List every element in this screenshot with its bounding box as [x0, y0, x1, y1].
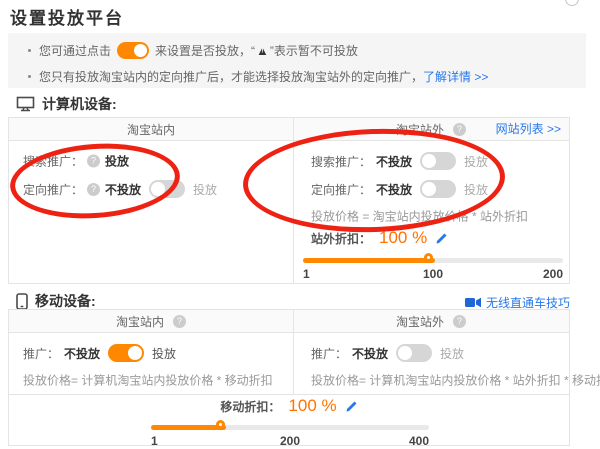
mobile-offsite-header: 淘宝站外 ? — [293, 310, 569, 333]
slider-fill — [151, 425, 226, 430]
target-promo-label: 定向推广： — [23, 181, 83, 198]
bullet-dot — [28, 75, 31, 78]
slider-fill — [303, 258, 435, 263]
toggle-on-label: 投放 — [193, 181, 217, 198]
warning-icon: ▲! — [256, 44, 269, 57]
mobile-discount-line: 移动折扣： 100 % — [9, 396, 569, 416]
promo-status: 不投放 — [64, 345, 100, 362]
search-promo-label: 搜索推广： — [23, 153, 83, 170]
notice-text: 您只有投放淘宝站内的定向推广后，才能选择投放淘宝站外的定向推广， — [39, 68, 423, 85]
target-promo-status: 不投放 — [105, 181, 141, 198]
toggle-knob — [422, 154, 436, 168]
help-icon[interactable]: ? — [453, 123, 466, 136]
slider-tick-mid: 100 — [423, 267, 443, 281]
computer-offsite-search-toggle[interactable] — [420, 152, 456, 170]
slider-tick-max: 200 — [543, 267, 563, 281]
example-toggle[interactable] — [117, 42, 149, 59]
mobile-discount-value: 100 % — [288, 396, 336, 416]
toggle-on-label: 投放 — [440, 345, 464, 362]
help-icon[interactable]: ? — [173, 315, 186, 328]
column-divider — [293, 118, 294, 283]
notice-text: ”表示暂不可投放 — [270, 42, 358, 59]
computer-icon — [16, 96, 35, 112]
computer-onsite-target-row: 定向推广： ? 不投放 投放 — [23, 180, 217, 198]
mobile-offsite-price-formula: 投放价格= 计算机淘宝站内投放价格 * 站外折扣 * 移动折扣 — [311, 372, 600, 389]
learn-more-link[interactable]: 了解详情 >> — [423, 68, 488, 85]
target-promo-status: 不投放 — [376, 181, 412, 198]
computer-onsite-header: 淘宝站内 — [9, 118, 293, 141]
row-divider — [9, 394, 569, 395]
video-icon — [465, 297, 481, 308]
offsite-discount-line: 站外折扣： 100 % — [311, 228, 448, 248]
mobile-offsite-promo-toggle[interactable] — [396, 344, 432, 362]
computer-onsite-search-row: 搜索推广： ? 投放 — [23, 153, 129, 170]
toggle-on-label: 投放 — [152, 345, 176, 362]
computer-offsite-target-toggle[interactable] — [420, 180, 456, 198]
promo-label: 推广： — [311, 345, 347, 362]
computer-offsite-search-row: 搜索推广： 不投放 投放 — [311, 152, 488, 170]
corner-partial-icon — [565, 0, 579, 6]
offsite-discount-label: 站外折扣： — [311, 230, 371, 247]
toggle-knob — [422, 182, 436, 196]
slider-handle[interactable] — [424, 253, 433, 262]
target-promo-label: 定向推广： — [311, 181, 371, 198]
mobile-section-title: 移动设备: — [35, 291, 96, 311]
computer-section-header: 计算机设备: — [16, 94, 117, 114]
mobile-onsite-promo-row: 推广： 不投放 投放 — [23, 344, 176, 362]
toggle-knob — [128, 346, 142, 360]
settings-page: 设置投放平台 您可通过点击 来设置是否投放，“ ▲! ”表示暂不可投放 您只有投… — [0, 0, 600, 449]
edit-pencil-icon[interactable] — [345, 400, 358, 413]
column-divider — [293, 310, 294, 394]
slider-tick-mid: 200 — [280, 434, 300, 448]
mobile-discount-slider: 1 200 400 — [151, 421, 429, 447]
mobile-icon — [16, 293, 28, 310]
toggle-knob — [398, 346, 412, 360]
mobile-table-header: 淘宝站内 ? 淘宝站外 ? — [9, 310, 569, 333]
mobile-onsite-header: 淘宝站内 ? — [9, 310, 293, 333]
notice-line-2: 您只有投放淘宝站内的定向推广后，才能选择投放淘宝站外的定向推广， 了解详情 >> — [28, 68, 488, 84]
mobile-table: 淘宝站内 ? 淘宝站外 ? 推广： 不投放 投放 投放价格= 计算机淘宝站内投放… — [8, 309, 570, 446]
offsite-price-formula: 投放价格 = 淘宝站内投放价格 * 站外折扣 — [311, 208, 528, 225]
offsite-discount-slider: 1 100 200 — [303, 254, 563, 280]
promo-status: 不投放 — [352, 345, 388, 362]
slider-tick-min: 1 — [151, 434, 158, 448]
offsite-discount-value: 100 % — [379, 228, 427, 248]
help-icon[interactable]: ? — [87, 155, 100, 168]
help-icon[interactable]: ? — [87, 183, 100, 196]
notice-text: 来设置是否投放，“ — [155, 42, 255, 59]
computer-table-header: 淘宝站内 淘宝站外 ? 网站列表 >> — [9, 118, 569, 141]
notice-line-1: 您可通过点击 来设置是否投放，“ ▲! ”表示暂不可投放 — [28, 40, 358, 60]
notice-box: 您可通过点击 来设置是否投放，“ ▲! ”表示暂不可投放 您只有投放淘宝站内的定… — [8, 33, 586, 88]
bullet-dot — [28, 49, 31, 52]
toggle-knob — [151, 182, 165, 196]
mobile-discount-label: 移动折扣： — [220, 398, 280, 415]
computer-section-title: 计算机设备: — [42, 94, 117, 114]
slider-tick-min: 1 — [303, 267, 310, 281]
website-list-link[interactable]: 网站列表 >> — [496, 118, 561, 141]
search-promo-label: 搜索推广： — [311, 153, 371, 170]
mobile-onsite-promo-toggle[interactable] — [108, 344, 144, 362]
warning-mark: ! — [261, 45, 263, 58]
notice-text: 您可通过点击 — [39, 42, 111, 59]
computer-onsite-target-toggle[interactable] — [149, 180, 185, 198]
toggle-on-label: 投放 — [464, 153, 488, 170]
edit-pencil-icon[interactable] — [435, 232, 448, 245]
mobile-section-header: 移动设备: — [16, 291, 96, 311]
computer-table: 淘宝站内 淘宝站外 ? 网站列表 >> 搜索推广： ? 投放 定向推广： ? 不… — [8, 117, 570, 284]
toggle-on-label: 投放 — [464, 181, 488, 198]
toggle-knob — [134, 44, 147, 57]
search-promo-status: 不投放 — [376, 153, 412, 170]
promo-label: 推广： — [23, 345, 59, 362]
mobile-offsite-promo-row: 推广： 不投放 投放 — [311, 344, 464, 362]
computer-offsite-target-row: 定向推广： 不投放 投放 — [311, 180, 488, 198]
page-title: 设置投放平台 — [10, 4, 124, 29]
slider-tick-max: 400 — [409, 434, 429, 448]
slider-handle[interactable] — [216, 420, 225, 429]
search-promo-status: 投放 — [105, 153, 129, 170]
help-icon[interactable]: ? — [453, 315, 466, 328]
mobile-onsite-price-formula: 投放价格= 计算机淘宝站内投放价格 * 移动折扣 — [23, 372, 273, 389]
